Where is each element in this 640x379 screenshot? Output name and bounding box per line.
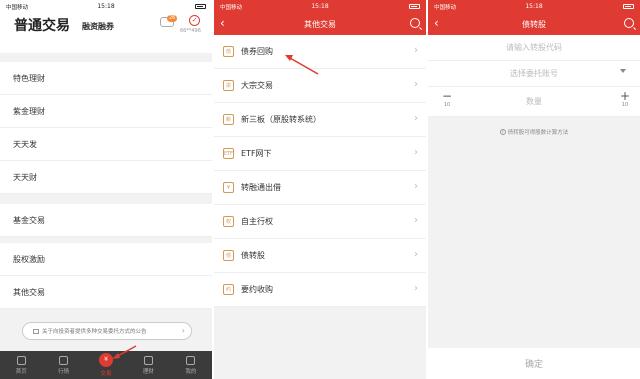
chevron-right-icon: › — [414, 147, 418, 158]
battery-icon — [409, 4, 420, 9]
quantity-input[interactable]: 数量 — [526, 96, 542, 107]
status-bar: 中国移动 15:18 — [214, 0, 426, 13]
menu-item[interactable]: 天天财 — [0, 161, 212, 194]
conversion-code-input[interactable]: 请输入转股代码 — [428, 35, 640, 61]
etf-icon: ETF — [223, 148, 234, 159]
announcement-banner[interactable]: 关于向投资者提供多种交易委托方式的公告 › — [22, 322, 192, 340]
list-item-exercise[interactable]: 权自主行权 › — [214, 205, 426, 239]
account-number: 66**496 — [180, 28, 201, 34]
account-select[interactable]: 选择委托账号 — [428, 61, 640, 87]
chevron-right-icon: › — [414, 79, 418, 90]
confirm-button[interactable]: 确定 — [428, 348, 640, 379]
status-time: 15:18 — [97, 3, 115, 10]
list-item-tender-offer[interactable]: 约要约收购 › — [214, 273, 426, 307]
debt-to-equity-screen: 中国移动 15:18 ‹ 债转股 请输入转股代码 选择委托账号 −10 数量 +… — [428, 0, 640, 379]
list-item-bond-repo[interactable]: 债债券回购 › — [214, 35, 426, 69]
menu-group-wealth: 特色理财 紫金理财 天天发 天天财 — [0, 62, 212, 194]
search-icon[interactable] — [410, 18, 420, 28]
other-trading-list: 债债券回购 › 宗大宗交易 › 新新三板（原股转系统） › ETF ETF网下 › ¥ 转融… — [214, 35, 426, 307]
menu-item-other-trading[interactable]: 其他交易 — [0, 276, 212, 309]
back-icon[interactable]: ‹ — [434, 16, 439, 30]
margin-trading-tab[interactable]: 融资融券 — [82, 21, 114, 32]
menu-item[interactable]: 天天发 — [0, 128, 212, 161]
battery-icon — [195, 4, 206, 9]
search-icon[interactable] — [624, 18, 634, 28]
menu-item[interactable]: 基金交易 — [0, 204, 212, 237]
trade-icon: ¥ — [99, 353, 114, 367]
quantity-stepper: −10 数量 +10 — [428, 87, 640, 117]
chevron-right-icon: › — [414, 283, 418, 294]
list-item-debt-to-equity[interactable]: 债债转股 › — [214, 239, 426, 273]
chart-icon — [59, 356, 69, 365]
question-icon: ? — [499, 129, 506, 135]
home-icon — [16, 356, 26, 365]
menu-item[interactable]: 紫金理财 — [0, 95, 212, 128]
back-icon[interactable]: ‹ — [220, 16, 225, 30]
status-time: 15:18 — [525, 3, 543, 10]
user-icon — [186, 356, 196, 365]
other-trading-screen: 中国移动 15:18 ‹ 其他交易 债债券回购 › 宗大宗交易 › 新新三板（原股转… — [214, 0, 426, 379]
increment-button[interactable]: +10 — [618, 90, 632, 108]
bottom-tab-bar: 首页 行情 ¥ 交易 理财 我的 — [0, 351, 212, 379]
wealth-icon — [143, 356, 153, 365]
chevron-right-icon: › — [414, 181, 418, 192]
list-item-refinancing[interactable]: ¥ 转融通出借 › — [214, 171, 426, 205]
neeq-icon: 新 — [223, 114, 234, 125]
bond-icon: 债 — [223, 46, 234, 57]
trade-header: 普通交易 融资融券 26 ✓ 66**496 — [0, 13, 212, 53]
menu-item[interactable]: 特色理财 — [0, 62, 212, 95]
list-item-etf[interactable]: ETF ETF网下 › — [214, 137, 426, 171]
chevron-right-icon: › — [414, 215, 418, 226]
block-icon: 宗 — [223, 80, 234, 91]
menu-group-fund: 基金交易 — [0, 204, 212, 237]
dropdown-icon — [620, 69, 626, 73]
announcement-text: 关于向投资者提供多种交易委托方式的公告 — [42, 329, 147, 335]
battery-icon — [623, 4, 634, 9]
tab-home[interactable]: 首页 — [0, 351, 42, 379]
tab-market[interactable]: 行情 — [42, 351, 84, 379]
convert-icon: 债 — [223, 250, 234, 261]
conversion-form: 请输入转股代码 选择委托账号 −10 数量 +10 — [428, 35, 640, 117]
page-title[interactable]: 普通交易 — [14, 15, 70, 35]
offer-icon: 约 — [223, 284, 234, 295]
help-link[interactable]: ? 债转股可得股数计算方法 — [428, 128, 640, 136]
trade-screen: 中国移动 15:18 普通交易 融资融券 26 ✓ 66**496 特色理财 紫… — [0, 0, 212, 379]
chevron-right-icon: › — [414, 113, 418, 124]
message-badge: 26 — [167, 15, 178, 22]
status-bar: 中国移动 15:18 — [0, 0, 212, 13]
rights-icon: 权 — [223, 216, 234, 227]
chevron-right-icon: › — [414, 45, 418, 56]
tab-wealth[interactable]: 理财 — [127, 351, 169, 379]
page-title: 债转股 — [522, 19, 546, 29]
menu-group-other: 股权激励 其他交易 — [0, 243, 212, 309]
chevron-right-icon: › — [414, 249, 418, 260]
nav-bar: ‹ 债转股 — [428, 13, 640, 35]
status-bar: 中国移动 15:18 — [428, 0, 640, 13]
status-time: 15:18 — [311, 3, 329, 10]
page-title: 其他交易 — [304, 19, 336, 29]
menu-item[interactable]: 股权激励 — [0, 243, 212, 276]
list-item-block-trade[interactable]: 宗大宗交易 › — [214, 69, 426, 103]
nav-bar: ‹ 其他交易 — [214, 13, 426, 35]
notice-icon — [33, 328, 39, 334]
list-item-neeq[interactable]: 新新三板（原股转系统） › — [214, 103, 426, 137]
chevron-right-icon: › — [181, 326, 185, 335]
yuan-icon: ¥ — [223, 182, 234, 193]
decrement-button[interactable]: −10 — [440, 90, 454, 108]
tab-trade[interactable]: ¥ 交易 — [85, 351, 127, 379]
tab-mine[interactable]: 我的 — [170, 351, 212, 379]
account-avatar[interactable]: ✓ — [189, 15, 200, 26]
